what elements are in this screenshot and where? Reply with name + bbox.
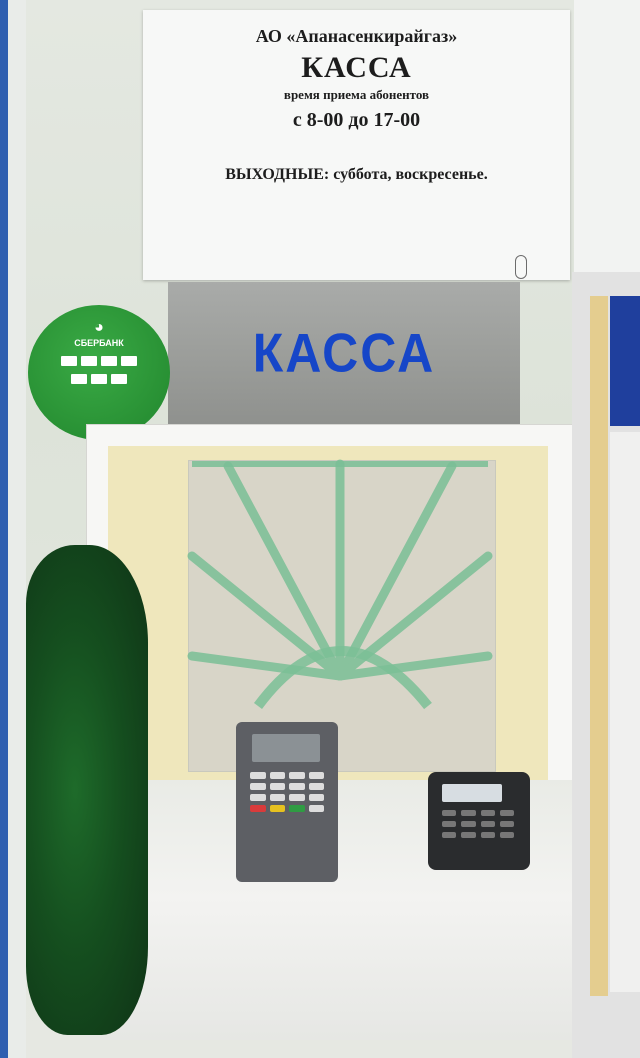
- terminal-keypad: [250, 772, 324, 812]
- organization-name: АО «Апанасенкирайгаз»: [255, 26, 458, 46]
- working-hours: с 8-00 до 17-00: [292, 109, 421, 131]
- blue-sign-fragment: [610, 296, 640, 426]
- adjacent-photo-panel: [572, 272, 640, 1058]
- cash-desk-plate: КАССА: [168, 282, 520, 424]
- door-frame: [590, 296, 608, 996]
- sberbank-sticker-label: СБЕРБАНК: [74, 338, 124, 348]
- sberbank-logo-icon: ◕: [94, 319, 104, 336]
- left-border-bar: [0, 0, 8, 1058]
- payment-cards-icon: [28, 374, 170, 384]
- paper-clip-icon: [515, 255, 527, 279]
- sberbank-sticker: ◕ СБЕРБАНК: [28, 305, 170, 440]
- payment-terminal-large: [236, 722, 338, 882]
- reception-time-label: время приема абонентов: [283, 87, 430, 102]
- white-door-panel: [610, 432, 640, 992]
- weekend-days: ВЫХОДНЫЕ: суббота, воскресенье.: [225, 166, 488, 183]
- payment-cards-icon: [28, 356, 170, 366]
- terminal-screen: [252, 734, 320, 762]
- payment-terminal-small: [428, 772, 530, 870]
- terminal-keypad: [442, 810, 514, 838]
- christmas-tinsel-garland: [26, 545, 148, 1035]
- paper-notice-sign: АО «Апанасенкирайгаз» КАССА время приема…: [143, 10, 570, 280]
- cash-desk-plate-text: КАССА: [252, 322, 436, 384]
- left-margin-strip: [8, 0, 26, 1058]
- notice-title: КАССА: [301, 51, 412, 84]
- terminal-screen: [442, 784, 502, 802]
